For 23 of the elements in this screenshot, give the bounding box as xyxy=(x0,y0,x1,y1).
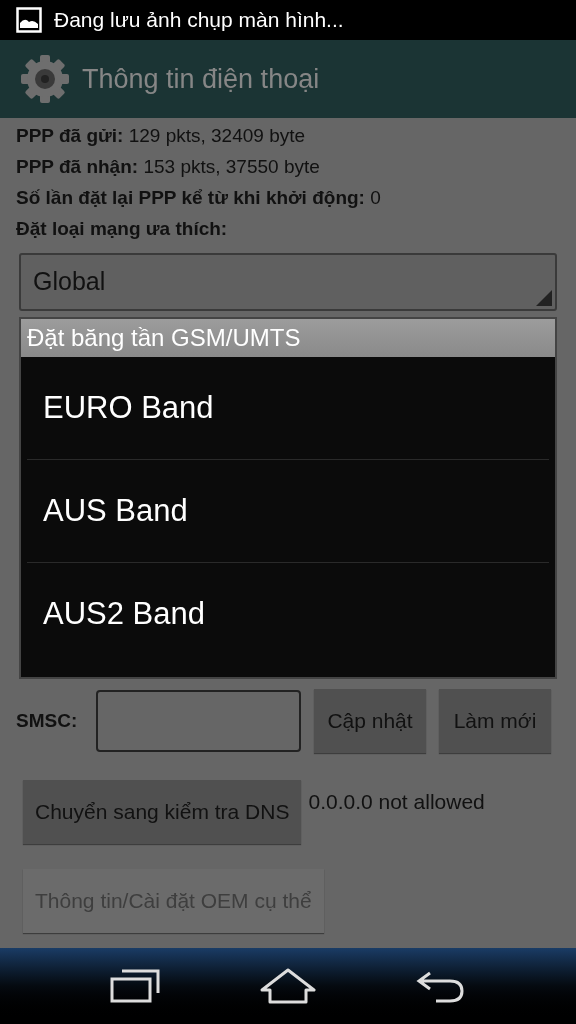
network-spinner[interactable]: Global xyxy=(19,253,557,311)
notification-text: Đang lưu ảnh chụp màn hình... xyxy=(54,7,344,34)
dropdown-corner-icon xyxy=(536,290,552,306)
band-option[interactable]: EURO Band xyxy=(27,384,214,432)
info-line: PPP đã nhận: 153 pkts, 37550 byte xyxy=(16,155,321,179)
smsc-label: SMSC: xyxy=(16,708,79,733)
action-button[interactable]: Chuyển sang kiểm tra DNS xyxy=(23,780,302,844)
band-option[interactable]: AUS Band xyxy=(27,487,188,535)
app-title: Thông tin điện thoại xyxy=(82,62,320,96)
dialog-title: Đặt băng tần GSM/UMTS xyxy=(21,319,555,357)
image-icon xyxy=(16,7,42,33)
info-line: Số lần đặt lại PPP kể từ khi khởi động: 0 xyxy=(16,186,382,210)
info-line: PPP đã gửi: 129 pkts, 32409 byte xyxy=(16,124,307,148)
action-button[interactable]: Cập nhật xyxy=(314,689,426,753)
network-label: Đặt loại mạng ưa thích: xyxy=(16,217,229,241)
back-icon[interactable] xyxy=(416,969,466,1003)
action-button[interactable]: Làm mới xyxy=(439,689,551,753)
gear-icon xyxy=(20,54,70,104)
smsc-field[interactable] xyxy=(96,690,301,752)
recent-apps-icon[interactable] xyxy=(110,969,160,1003)
dns-status: 0.0.0.0 not allowed xyxy=(308,789,485,815)
band-option[interactable]: AUS2 Band xyxy=(27,591,205,638)
home-icon[interactable] xyxy=(260,968,316,1004)
